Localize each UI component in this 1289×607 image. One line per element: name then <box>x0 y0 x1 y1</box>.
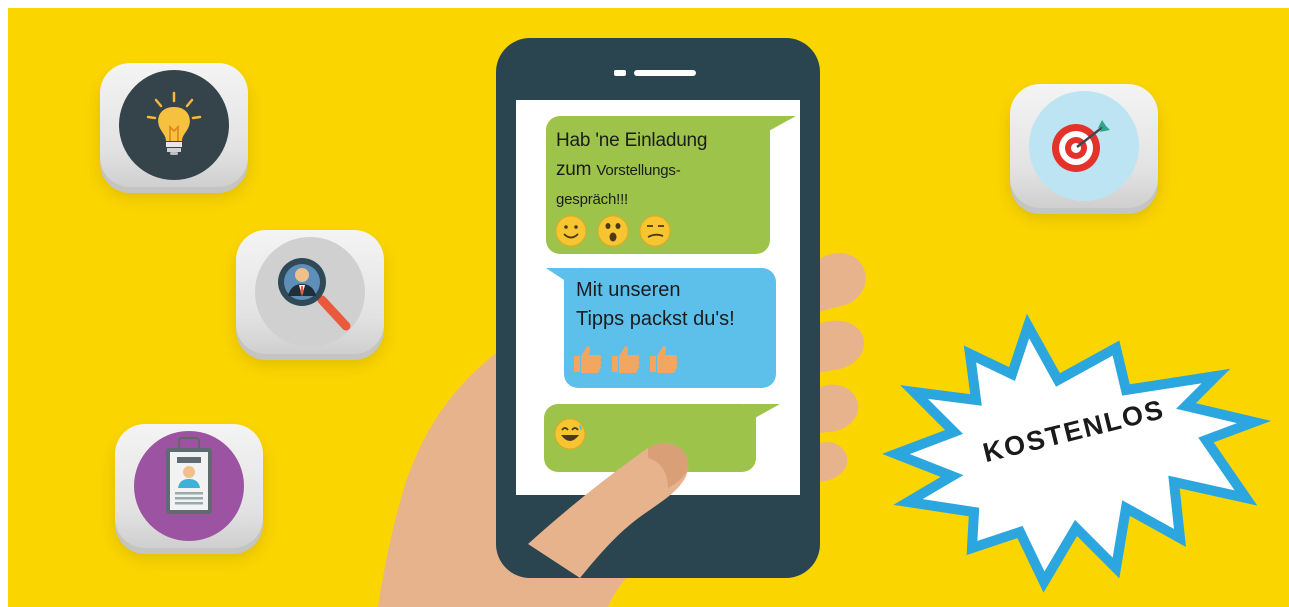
kostenlos-burst <box>882 313 1272 593</box>
banner: Hab 'ne Einladung zum Vorstellungs- gesp… <box>8 8 1289 607</box>
